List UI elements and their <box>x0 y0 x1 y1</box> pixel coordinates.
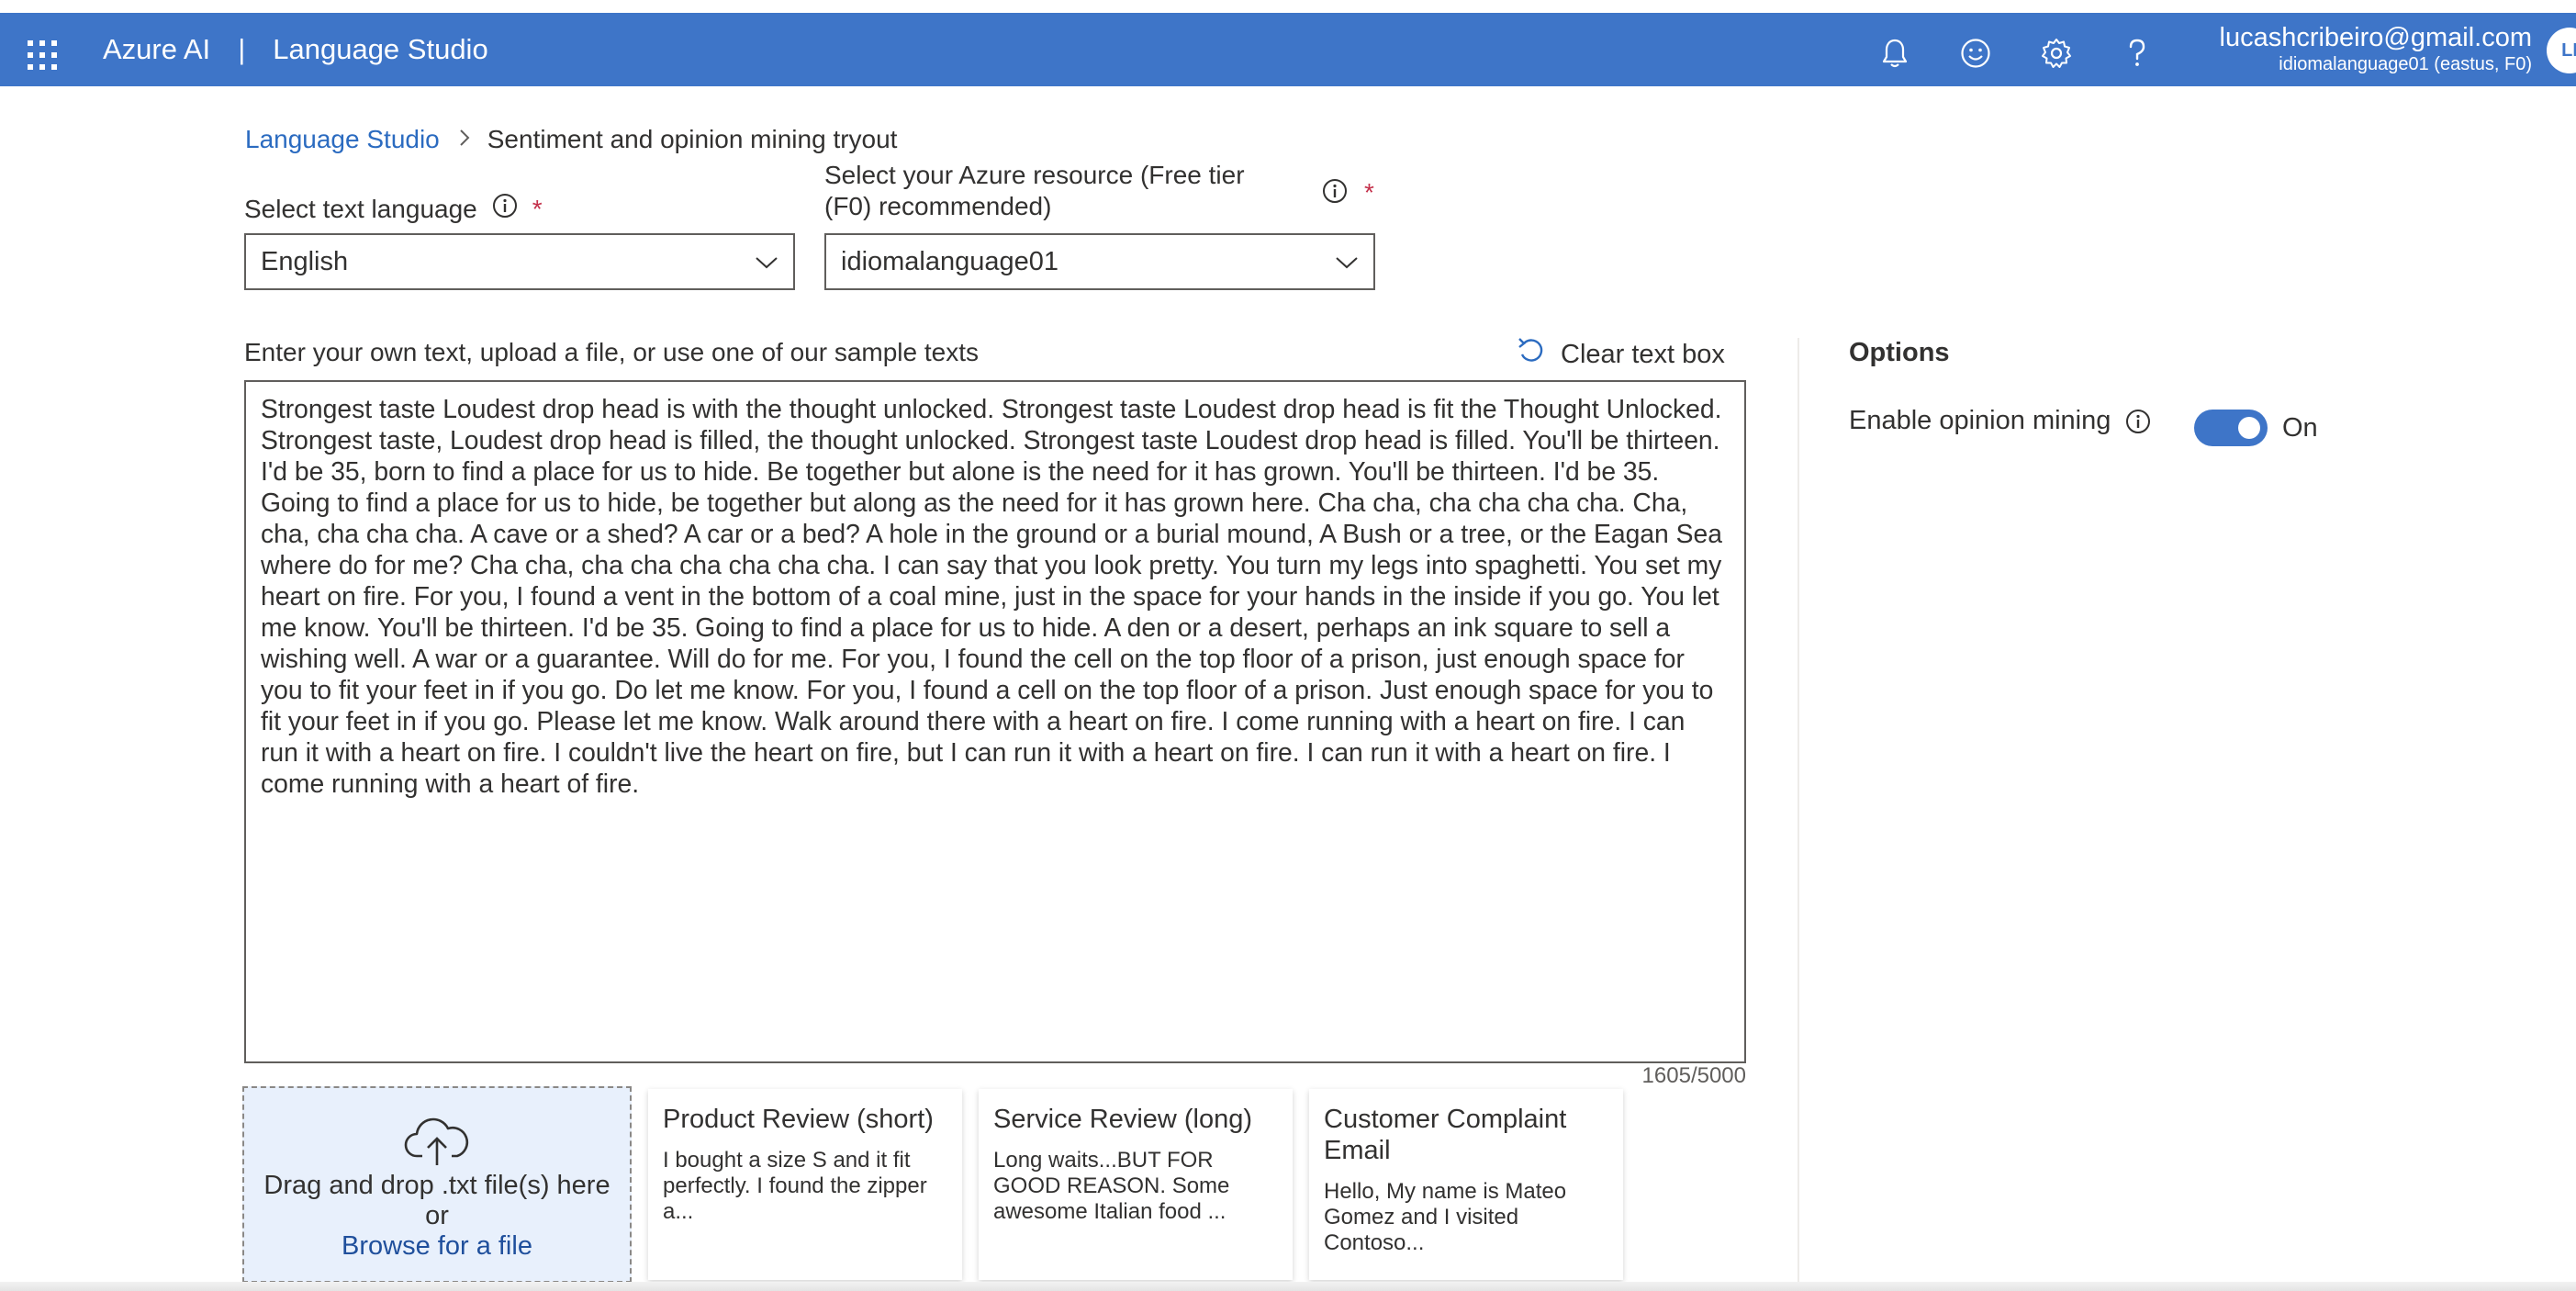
avatar[interactable]: LI <box>2547 28 2576 73</box>
bell-icon[interactable] <box>1876 35 1913 72</box>
smiley-feedback-icon[interactable] <box>1957 35 1994 72</box>
undo-icon <box>1517 336 1546 373</box>
top-strip <box>0 0 2576 13</box>
panel-divider <box>1798 338 1799 1291</box>
bottom-edge <box>0 1282 2576 1291</box>
sample-card-complaint-email[interactable]: Customer Complaint Email Hello, My name … <box>1309 1089 1623 1280</box>
required-mark: * <box>1364 178 1374 207</box>
brand-separator: | <box>238 33 246 65</box>
language-label: Select text language <box>244 194 477 223</box>
product-name[interactable]: Language Studio <box>273 31 487 68</box>
sample-card-snippet: Long waits...BUT FOR GOOD REASON. Some a… <box>993 1148 1230 1224</box>
toggle-state-label: On <box>2282 413 2318 443</box>
chevron-down-icon <box>1335 247 1359 277</box>
app-launcher-icon[interactable] <box>26 39 59 72</box>
help-icon[interactable] <box>2119 35 2156 72</box>
cloud-upload-icon <box>244 1116 630 1171</box>
sample-card-title: Product Review (short) <box>663 1105 934 1134</box>
resource-label-line1: Select your Azure resource (Free tier <box>824 165 1245 189</box>
language-dropdown[interactable]: English <box>244 233 795 290</box>
resource-label-line2: (F0) recommended) <box>824 192 1052 220</box>
user-email: lucashcribeiro@gmail.com <box>2219 23 2533 52</box>
language-label-row: Select text language * <box>244 193 543 225</box>
chevron-right-icon <box>458 125 471 154</box>
brand-name[interactable]: Azure AI <box>103 31 210 68</box>
chevron-down-icon <box>755 247 778 277</box>
clear-text-button[interactable]: Clear text box <box>1517 336 1725 373</box>
character-counter: 1605/5000 <box>1641 1063 1746 1088</box>
breadcrumb: Language Studio Sentiment and opinion mi… <box>245 125 897 154</box>
info-icon[interactable] <box>492 193 518 225</box>
gear-icon[interactable] <box>2038 35 2075 72</box>
drop-zone-text: Drag and drop .txt file(s) here <box>263 1171 610 1200</box>
input-heading: Enter your own text, upload a file, or u… <box>244 338 979 366</box>
browse-file-link[interactable]: Browse for a file <box>244 1231 630 1262</box>
text-input[interactable]: Strongest taste Loudest drop head is wit… <box>244 380 1746 1063</box>
opinion-mining-label: Enable opinion mining <box>1849 406 2111 435</box>
clear-text-label: Clear text box <box>1561 339 1725 369</box>
opinion-mining-row: Enable opinion mining <box>1849 406 2151 436</box>
info-icon[interactable] <box>2125 409 2151 434</box>
required-mark: * <box>532 194 543 223</box>
sample-card-service-review[interactable]: Service Review (long) Long waits...BUT F… <box>979 1089 1293 1280</box>
resource-label: Select your Azure resource (Free tier (F… <box>824 165 1283 224</box>
language-selected-value: English <box>261 246 349 276</box>
resource-info: idiomalanguage01 (eastus, F0) <box>2279 54 2532 74</box>
file-drop-zone[interactable]: Drag and drop .txt file(s) here or Brows… <box>242 1086 632 1283</box>
drop-zone-or: or <box>425 1201 449 1230</box>
resource-selected-value: idiomalanguage01 <box>841 246 1059 276</box>
sample-card-title: Service Review (long) <box>993 1105 1253 1134</box>
sample-card-title: Customer Complaint Email <box>1324 1105 1567 1165</box>
app-header: Azure AI | Language Studio lucashcribeir… <box>0 13 2576 86</box>
toggle-knob <box>2238 417 2260 439</box>
options-title: Options <box>1849 338 1950 367</box>
sample-card-snippet: I bought a size S and it fit perfectly. … <box>663 1148 927 1224</box>
resource-dropdown[interactable]: idiomalanguage01 <box>824 233 1375 290</box>
opinion-mining-toggle[interactable] <box>2194 410 2268 446</box>
sample-card-snippet: Hello, My name is Mateo Gomez and I visi… <box>1324 1179 1567 1255</box>
breadcrumb-current: Sentiment and opinion mining tryout <box>487 125 898 153</box>
sample-card-product-review[interactable]: Product Review (short) I bought a size S… <box>648 1089 962 1280</box>
user-account[interactable]: lucashcribeiro@gmail.com idiomalanguage0… <box>2220 22 2533 75</box>
brand: Azure AI | Language Studio <box>103 31 488 68</box>
breadcrumb-root-link[interactable]: Language Studio <box>245 125 440 154</box>
info-icon[interactable] <box>1322 178 1348 208</box>
